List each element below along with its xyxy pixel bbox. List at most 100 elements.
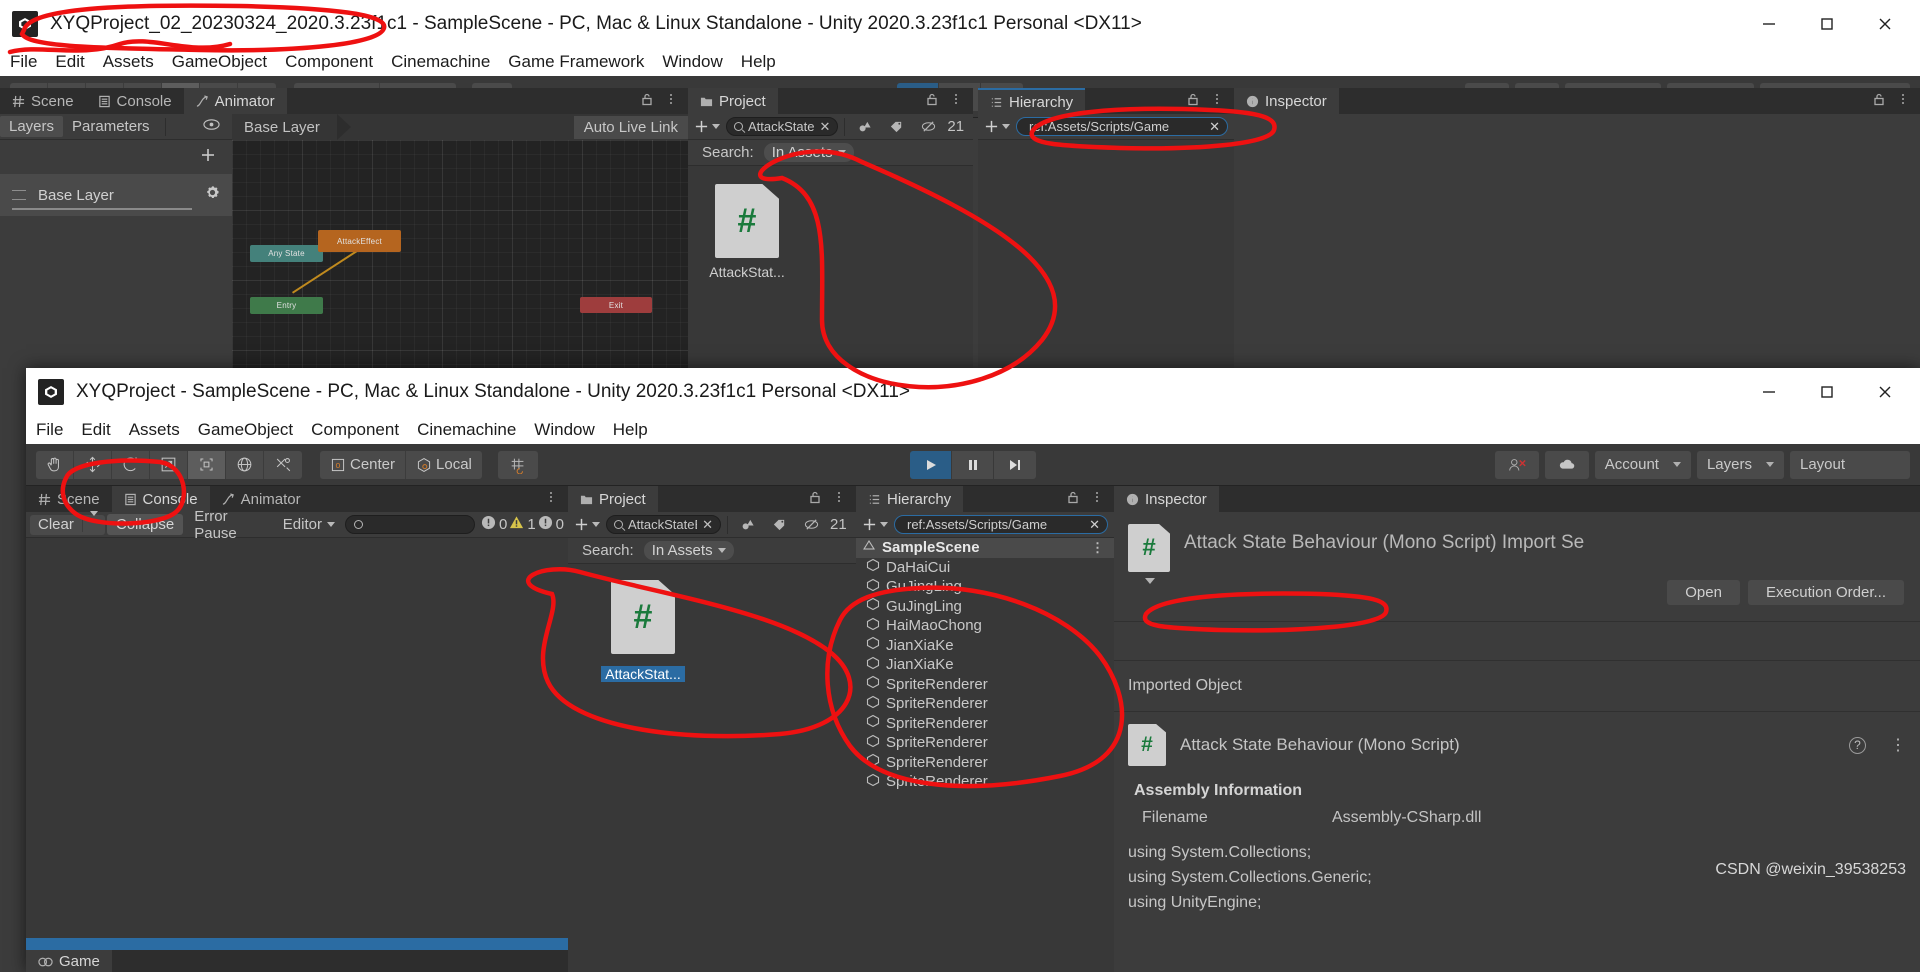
add-layer-icon[interactable] (200, 147, 216, 168)
custom-tool-icon[interactable] (264, 451, 302, 479)
tab-scene[interactable]: Scene (26, 486, 112, 512)
collab-icon[interactable] (1494, 450, 1539, 479)
hierarchy-item-row[interactable]: GuJingLing (856, 577, 1114, 597)
menu-cinemachine[interactable]: Cinemachine (417, 420, 516, 440)
console-log-list[interactable] (26, 538, 568, 972)
tab-animator[interactable]: Animator (183, 88, 287, 114)
menu-edit[interactable]: Edit (55, 52, 84, 72)
hand-tool-icon[interactable] (36, 450, 74, 479)
chevron-down-icon[interactable] (1145, 578, 1155, 584)
menu-assets[interactable]: Assets (129, 420, 180, 440)
console-search-input[interactable] (344, 515, 475, 534)
account-dropdown[interactable]: Account (1594, 450, 1691, 479)
layer-row-base[interactable]: Base Layer (0, 174, 232, 216)
hierarchy-search-input[interactable]: ref:Assets/Scripts/Game ✕ (894, 515, 1108, 534)
asset-item[interactable]: # AttackStat... (694, 184, 800, 280)
clear-button[interactable]: Clear (30, 516, 82, 533)
menu-window[interactable]: Window (662, 52, 722, 72)
hierarchy-item-row[interactable]: JianXiaKe (856, 655, 1114, 675)
auto-live-link-button[interactable]: Auto Live Link (573, 115, 688, 139)
menu-help[interactable]: Help (741, 52, 776, 72)
clear-search-icon[interactable]: ✕ (1209, 119, 1220, 135)
error-pause-toggle[interactable]: Error Pause (185, 506, 273, 544)
hierarchy-item-row[interactable]: SpriteRenderer (856, 694, 1114, 714)
rotate-tool-icon[interactable] (112, 450, 150, 479)
tab-inspector[interactable]: Inspector (1114, 486, 1219, 512)
lock-icon[interactable] (925, 92, 939, 111)
warning-count-group[interactable]: 1 (509, 515, 536, 535)
menu-gameobject[interactable]: GameObject (198, 420, 293, 440)
panel-menu-icon[interactable] (832, 490, 846, 509)
project-search-input[interactable]: AttackStateB ✕ (606, 515, 721, 534)
panel-menu-icon[interactable] (949, 92, 963, 111)
hierarchy-item-row[interactable]: GuJingLing (856, 597, 1114, 617)
tab-project[interactable]: Project (688, 88, 778, 114)
error-count-group[interactable]: 0 (538, 515, 564, 535)
move-tool-icon[interactable] (74, 450, 112, 479)
menu-file[interactable]: File (10, 52, 37, 72)
grid-snap-icon[interactable] (497, 450, 538, 479)
hierarchy-item-row[interactable]: JianXiaKe (856, 636, 1114, 656)
create-gameobject-button[interactable] (862, 517, 888, 532)
panel-menu-icon[interactable] (1090, 490, 1104, 509)
close-button[interactable] (1856, 0, 1914, 48)
space-mode-button[interactable]: Local (406, 451, 482, 479)
help-icon[interactable]: ? (1849, 736, 1866, 754)
hierarchy-item-row[interactable]: HaiMaoChong (856, 616, 1114, 636)
clear-search-icon[interactable]: ✕ (1089, 517, 1100, 533)
tab-hierarchy[interactable]: Hierarchy (978, 88, 1086, 114)
subtab-layers[interactable]: Layers (0, 116, 64, 137)
maximize-button[interactable] (1798, 368, 1856, 416)
scene-menu-icon[interactable]: ⋮ (1091, 540, 1104, 556)
scale-tool-icon[interactable] (150, 450, 188, 479)
filter-by-label-icon[interactable] (883, 119, 909, 134)
menu-cinemachine[interactable]: Cinemachine (391, 52, 490, 72)
rect-tool-icon[interactable] (188, 450, 226, 479)
menu-edit[interactable]: Edit (81, 420, 110, 440)
clear-options-icon[interactable] (83, 510, 105, 534)
play-button[interactable] (910, 450, 952, 479)
menu-gameframework[interactable]: Game Framework (508, 52, 644, 72)
panel-menu-icon[interactable] (544, 490, 558, 509)
layers-dropdown[interactable]: Layers (1696, 450, 1784, 479)
hierarchy-search-input[interactable]: ref:Assets/Scripts/Game ✕ (1016, 117, 1228, 136)
lock-icon[interactable] (1066, 490, 1080, 509)
execution-order-button[interactable]: Execution Order... (1747, 580, 1904, 605)
create-gameobject-button[interactable] (984, 119, 1010, 134)
hidden-packages-icon[interactable] (915, 119, 941, 134)
lock-icon[interactable] (1186, 92, 1200, 111)
collapse-toggle[interactable]: Collapse (106, 514, 184, 535)
pause-button[interactable] (952, 450, 994, 479)
hidden-packages-icon[interactable] (798, 517, 824, 532)
cloud-icon[interactable] (1544, 450, 1589, 479)
hierarchy-item-row[interactable]: DaHaiCui (856, 558, 1114, 578)
tab-hierarchy[interactable]: Hierarchy (856, 486, 964, 512)
search-scope-dropdown[interactable]: In Assets (763, 143, 854, 162)
hierarchy-item-row[interactable]: SpriteRenderer (856, 753, 1114, 773)
create-asset-button[interactable] (574, 517, 600, 532)
state-node-any-state[interactable]: Any State (250, 245, 323, 262)
menu-window[interactable]: Window (534, 420, 594, 440)
transform-tool-icon[interactable] (226, 450, 264, 479)
log-count-group[interactable]: 0 (481, 515, 507, 535)
tab-project[interactable]: Project (568, 486, 658, 512)
lock-icon[interactable] (1872, 92, 1886, 111)
open-button[interactable]: Open (1667, 580, 1740, 605)
layer-weight-bar[interactable] (12, 208, 192, 210)
project-search-input[interactable]: AttackState ✕ (726, 117, 839, 136)
menu-component[interactable]: Component (311, 420, 399, 440)
lock-icon[interactable] (640, 92, 654, 111)
minimize-button[interactable] (1740, 368, 1798, 416)
close-button[interactable] (1856, 368, 1914, 416)
asset-item[interactable]: # AttackStat... (590, 580, 696, 684)
panel-menu-icon[interactable] (664, 92, 678, 111)
tab-inspector[interactable]: Inspector (1234, 88, 1339, 114)
minimize-button[interactable] (1740, 0, 1798, 48)
subtab-parameters[interactable]: Parameters (63, 116, 159, 137)
editor-dropdown[interactable]: Editor (275, 514, 343, 535)
state-node-attack-effect[interactable]: AttackEffect (318, 230, 401, 252)
visibility-eye-icon[interactable] (203, 118, 220, 136)
pivot-mode-button[interactable]: o Center (320, 450, 407, 479)
filter-by-label-icon[interactable] (766, 517, 792, 532)
menu-help[interactable]: Help (613, 420, 648, 440)
